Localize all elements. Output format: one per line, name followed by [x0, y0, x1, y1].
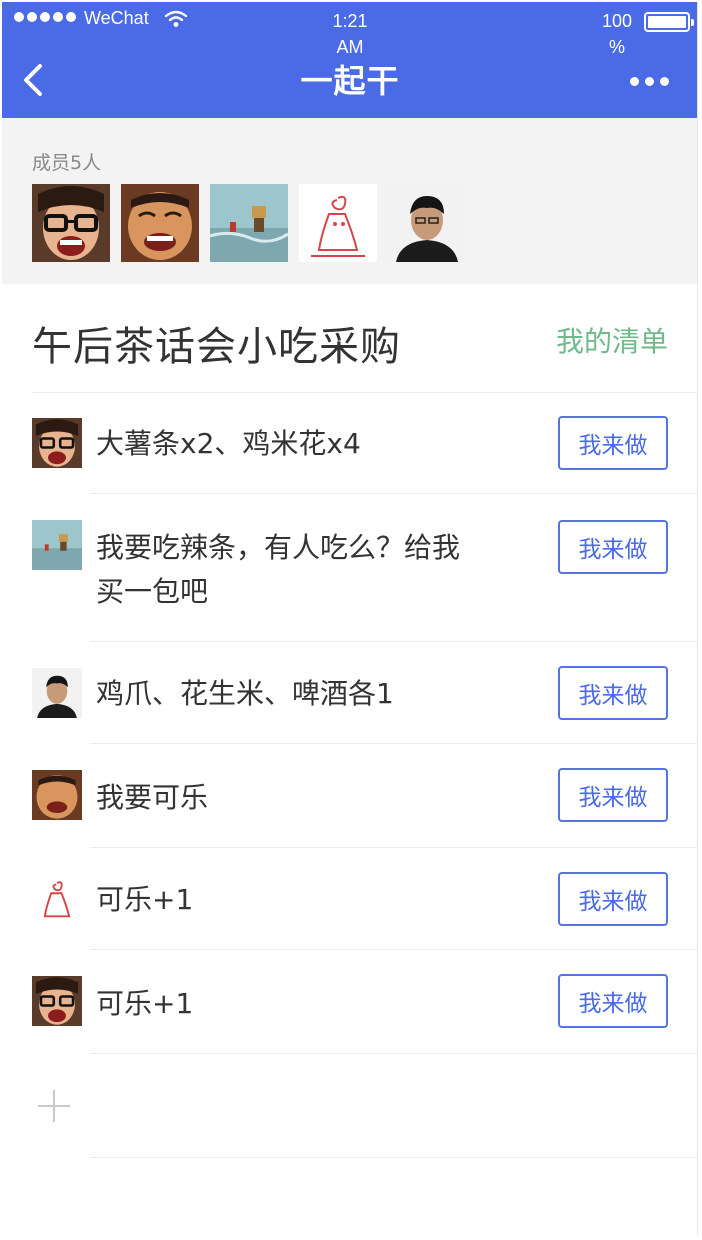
add-item-row[interactable]: [2, 1054, 697, 1158]
clock: 1:21 AM: [322, 8, 378, 60]
claim-button[interactable]: 我来做: [558, 666, 668, 720]
item-list: 大薯条x2、鸡米花x4 我来做 我要吃辣条，有人吃么？给我买一包吧 我来做 鸡爪…: [2, 392, 697, 1158]
member-avatar-girl-glasses[interactable]: [32, 184, 110, 262]
app-window: WeChat 1:21 AM 100 % 一起干 成员5人 午后茶话会小吃采购 …: [2, 2, 698, 1236]
item-avatar-young-man: [32, 668, 82, 718]
wifi-icon: [164, 10, 188, 27]
list-panel: 午后茶话会小吃采购 我的清单 大薯条x2、鸡米花x4 我来做 我要吃辣条，有人吃…: [2, 284, 697, 1236]
item-avatar-girl-glasses: [32, 976, 82, 1026]
item-text: 大薯条x2、鸡米花x4: [96, 427, 361, 460]
claim-button[interactable]: 我来做: [558, 768, 668, 822]
clock-ampm: AM: [336, 37, 364, 57]
claim-button[interactable]: 我来做: [558, 520, 668, 574]
clock-time: 1:21: [332, 11, 368, 31]
battery-unit: %: [608, 37, 625, 57]
battery-value: 100: [601, 11, 633, 31]
nav-header: WeChat 1:21 AM 100 % 一起干: [2, 2, 697, 118]
member-avatar-laughing-man[interactable]: [121, 184, 199, 262]
battery-percent: 100 %: [596, 8, 638, 60]
item-avatar-girl-glasses: [32, 418, 82, 468]
item-avatar-sketch-drawing: [32, 874, 82, 924]
member-avatar-young-man[interactable]: [388, 184, 466, 262]
my-list-link[interactable]: 我的清单: [556, 320, 668, 360]
list-item: 可乐+1 我来做: [2, 950, 697, 1054]
members-count-label: 成员5人: [32, 152, 102, 174]
claim-button[interactable]: 我来做: [558, 974, 668, 1028]
item-avatar-toy-figure: [32, 520, 82, 570]
member-avatar-sketch-drawing[interactable]: [299, 184, 377, 262]
claim-button[interactable]: 我来做: [558, 872, 668, 926]
list-item: 大薯条x2、鸡米花x4 我来做: [2, 392, 697, 494]
members-avatar-row: [32, 184, 466, 262]
item-text: 可乐+1: [96, 883, 194, 916]
more-dots-icon[interactable]: [630, 66, 676, 96]
claim-button[interactable]: 我来做: [558, 416, 668, 470]
item-text: 可乐+1: [96, 987, 194, 1020]
battery-fill: [648, 16, 686, 28]
item-text: 鸡爪、花生米、啤酒各1: [96, 677, 394, 710]
signal-dots-icon: [14, 12, 76, 22]
item-avatar-laughing-man: [32, 770, 82, 820]
page-title: 一起干: [300, 62, 400, 100]
list-title: 午后茶话会小吃采购: [32, 324, 401, 370]
members-section: 成员5人: [2, 118, 697, 284]
list-item: 我要可乐 我来做: [2, 744, 697, 848]
item-text: 我要吃辣条，有人吃么？给我买一包吧: [96, 531, 461, 608]
carrier-label: WeChat: [84, 8, 149, 28]
battery-icon: [644, 12, 694, 32]
list-item: 鸡爪、花生米、啤酒各1 我来做: [2, 642, 697, 744]
member-avatar-toy-figure[interactable]: [210, 184, 288, 262]
item-text: 我要可乐: [96, 781, 209, 814]
list-item: 我要吃辣条，有人吃么？给我买一包吧 我来做: [2, 494, 697, 642]
list-item: 可乐+1 我来做: [2, 848, 697, 950]
plus-icon[interactable]: [36, 1088, 72, 1124]
status-bar: WeChat 1:21 AM 100 %: [2, 2, 697, 62]
